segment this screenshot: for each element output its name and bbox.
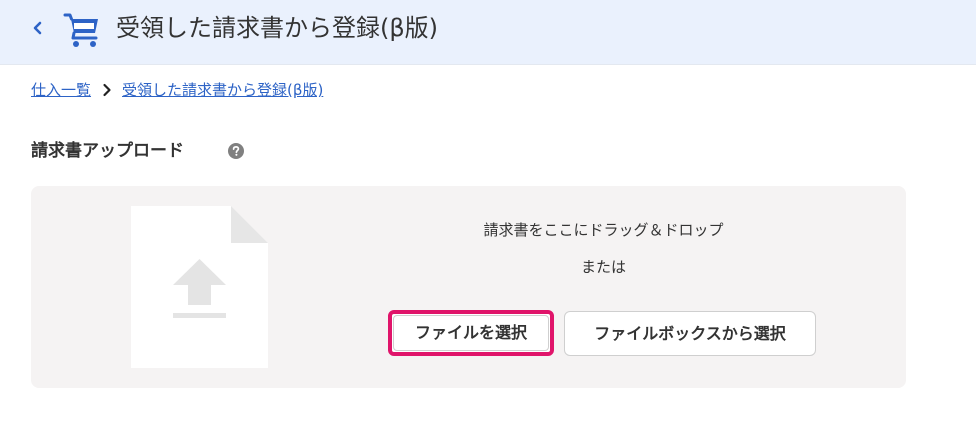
select-from-filebox-button[interactable]: ファイルボックスから選択 xyxy=(564,311,816,356)
chevron-right-icon xyxy=(103,83,111,97)
breadcrumb: 仕入一覧 受領した請求書から登録(β版) xyxy=(31,79,323,101)
header-divider xyxy=(0,64,976,65)
select-from-filebox-label: ファイルボックスから選択 xyxy=(594,324,786,343)
breadcrumb-link-current[interactable]: 受領した請求書から登録(β版) xyxy=(122,79,323,101)
shopping-cart-icon xyxy=(63,13,98,47)
back-button[interactable] xyxy=(28,14,48,42)
file-upload-icon xyxy=(131,206,268,368)
drop-instruction: 請求書をここにドラッグ＆ドロップ xyxy=(483,221,724,239)
question-circle-icon[interactable] xyxy=(228,143,244,159)
section-title: 請求書アップロード xyxy=(31,141,184,161)
upload-dropzone[interactable]: 請求書をここにドラッグ＆ドロップ または ファイルを選択 ファイルボックスから選… xyxy=(31,186,906,388)
select-file-button-label: ファイルを選択 xyxy=(414,323,527,342)
breadcrumb-link-purchases[interactable]: 仕入一覧 xyxy=(31,79,91,101)
page-header: 受領した請求書から登録(β版) xyxy=(0,0,976,64)
or-text: または xyxy=(580,258,626,276)
select-file-button[interactable]: ファイルを選択 xyxy=(388,310,554,356)
page-title: 受領した請求書から登録(β版) xyxy=(116,14,439,42)
chevron-left-icon xyxy=(33,21,42,35)
